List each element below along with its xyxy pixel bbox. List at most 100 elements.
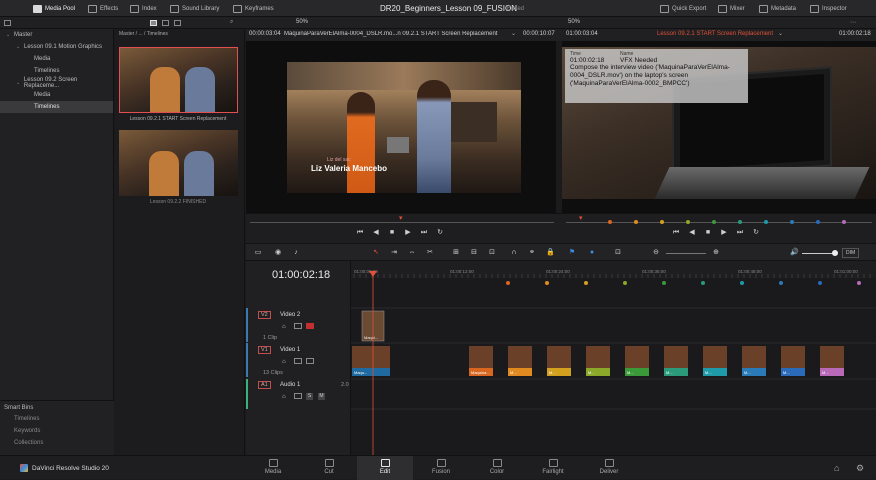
trim-tool-icon[interactable]: ⇥	[390, 249, 398, 257]
bin-item[interactable]: Timelines	[0, 101, 113, 113]
zoom-in-icon[interactable]: ⊕	[712, 249, 720, 257]
page-tab-edit[interactable]: Edit	[357, 456, 413, 480]
position-lock-icon[interactable]: 🔒	[546, 249, 555, 257]
snapping-icon[interactable]: ∩	[510, 249, 518, 257]
thumbnail-view-icon[interactable]	[150, 20, 157, 26]
dim-button[interactable]: DIM	[842, 248, 860, 258]
search-icon[interactable]: ⌕	[230, 19, 233, 26]
mixer-button[interactable]: Mixer	[718, 0, 745, 17]
quick-export-button[interactable]: Quick Export	[660, 0, 706, 17]
go-to-start-icon[interactable]: ⏮	[356, 229, 364, 237]
bin-item[interactable]: ⌄ Lesson 09.1 Motion Graphics	[0, 41, 113, 53]
selection-tool-icon[interactable]: ↖	[372, 249, 380, 257]
layout-icon[interactable]: ▭	[254, 249, 262, 257]
track-id[interactable]: V2	[258, 311, 271, 319]
page-tab-media[interactable]: Media	[245, 456, 301, 480]
volume-icon[interactable]: 🔊	[790, 249, 799, 257]
marker-dot[interactable]	[712, 220, 716, 224]
page-tab-deliver[interactable]: Deliver	[581, 456, 637, 480]
inspector-button[interactable]: Inspector	[810, 0, 847, 17]
linked-selection-icon[interactable]: ⚭	[528, 249, 536, 257]
bin-item[interactable]: Media	[0, 89, 113, 101]
source-viewer[interactable]: Liz del sac Liz Valeria Mancebo	[246, 41, 556, 213]
v1-clip[interactable]	[625, 346, 649, 368]
v1-clip[interactable]	[508, 346, 532, 368]
bin-item[interactable]: ⌄ Lesson 09.2 Screen Replaceme...	[0, 77, 113, 89]
speaker-icon[interactable]: ♪	[292, 249, 300, 257]
marker-dot[interactable]	[608, 220, 612, 224]
v1-clip[interactable]	[352, 346, 390, 368]
marker-dot[interactable]	[634, 220, 638, 224]
zoom-out-icon[interactable]: ⊖	[652, 249, 660, 257]
step-back-icon[interactable]: ◀	[372, 229, 380, 237]
replace-clip-icon[interactable]: ⊡	[488, 249, 496, 257]
track-id[interactable]: A1	[258, 381, 271, 389]
timeline-marker[interactable]	[740, 281, 744, 285]
v1-clip[interactable]	[781, 346, 805, 368]
v1-clip[interactable]	[820, 346, 844, 368]
chevron-down-icon[interactable]: ⌄	[511, 30, 516, 37]
list-view-icon[interactable]	[174, 20, 181, 26]
timeline-marker[interactable]	[701, 281, 705, 285]
marker-dot[interactable]	[738, 220, 742, 224]
metadata-button[interactable]: Metadata	[759, 0, 796, 17]
smart-bin-item[interactable]: Collections	[0, 437, 114, 449]
insert-clip-icon[interactable]: ⊞	[452, 249, 460, 257]
home-icon[interactable]: ⌂	[834, 463, 839, 473]
bin-item[interactable]: Media	[0, 53, 113, 65]
page-tab-fairlight[interactable]: Fairlight	[525, 456, 581, 480]
go-to-end-icon[interactable]: ⏭	[736, 229, 744, 237]
stop-icon[interactable]: ■	[388, 229, 396, 237]
lock-icon[interactable]: ⌂	[282, 394, 286, 400]
v1-clip[interactable]	[664, 346, 688, 368]
loop-icon[interactable]: ↻	[436, 229, 444, 237]
more-options-icon[interactable]: ⋯	[850, 19, 856, 26]
effects-button[interactable]: Effects	[88, 0, 118, 17]
settings-gear-icon[interactable]: ⚙	[856, 463, 864, 474]
marker-dot[interactable]	[842, 220, 846, 224]
v1-clip[interactable]	[547, 346, 571, 368]
mute-button[interactable]: M	[318, 393, 325, 400]
v1-clip[interactable]	[742, 346, 766, 368]
index-button[interactable]: Index	[130, 0, 157, 17]
enable-track-icon[interactable]	[294, 358, 302, 364]
timeline-marker[interactable]	[779, 281, 783, 285]
flag-icon[interactable]: ⚑	[568, 249, 576, 257]
overwrite-clip-icon[interactable]: ⊟	[470, 249, 478, 257]
chevron-down-icon[interactable]: ⌄	[6, 32, 14, 38]
audio-meter-icon[interactable]: ◉	[274, 249, 282, 257]
smart-bin-item[interactable]: Keywords	[0, 425, 114, 437]
sidebar-toggle-icon[interactable]	[4, 20, 11, 26]
track-header-a1[interactable]: A1 Audio 1 2.0 ⌂ S M	[246, 379, 350, 409]
timeline-playhead-icon[interactable]: ▾	[579, 214, 583, 222]
timeline-marker[interactable]	[545, 281, 549, 285]
sound-library-button[interactable]: Sound Library	[170, 0, 219, 17]
volume-slider[interactable]	[802, 253, 836, 254]
solo-button[interactable]: S	[306, 393, 313, 400]
source-playhead-icon[interactable]: ▾	[399, 214, 403, 222]
play-icon[interactable]: ▶	[404, 229, 412, 237]
bin-item[interactable]: Timelines	[0, 65, 113, 77]
keyframes-button[interactable]: Keyframes	[233, 0, 274, 17]
zoom-to-fit-icon[interactable]: ⊡	[614, 249, 622, 257]
volume-slider-handle[interactable]	[832, 250, 838, 256]
breadcrumb[interactable]: Master / ... / Timelines	[115, 29, 244, 39]
marker-icon[interactable]: ●	[588, 249, 596, 257]
media-pool-button[interactable]: Media Pool	[33, 0, 75, 17]
step-back-icon[interactable]: ◀	[688, 229, 696, 237]
chevron-down-icon[interactable]: ⌄	[16, 80, 24, 86]
source-clip-name[interactable]: MaquinaParaVerElAlma-0004_DSLR.mo...n 09…	[284, 31, 509, 37]
marker-dot[interactable]	[764, 220, 768, 224]
loop-icon[interactable]: ↻	[752, 229, 760, 237]
v1-clip[interactable]	[703, 346, 727, 368]
auto-select-icon[interactable]	[306, 358, 314, 364]
chevron-down-icon[interactable]: ⌄	[778, 30, 783, 37]
bin-item[interactable]: ⌄ Master	[0, 29, 113, 41]
zoom-right-select[interactable]: 50%	[568, 19, 580, 25]
page-tab-fusion[interactable]: Fusion	[413, 456, 469, 480]
timeline-marker[interactable]	[506, 281, 510, 285]
lock-icon[interactable]: ⌂	[282, 359, 286, 365]
v1-clip[interactable]	[586, 346, 610, 368]
go-to-end-icon[interactable]: ⏭	[420, 229, 428, 237]
marker-dot[interactable]	[660, 220, 664, 224]
